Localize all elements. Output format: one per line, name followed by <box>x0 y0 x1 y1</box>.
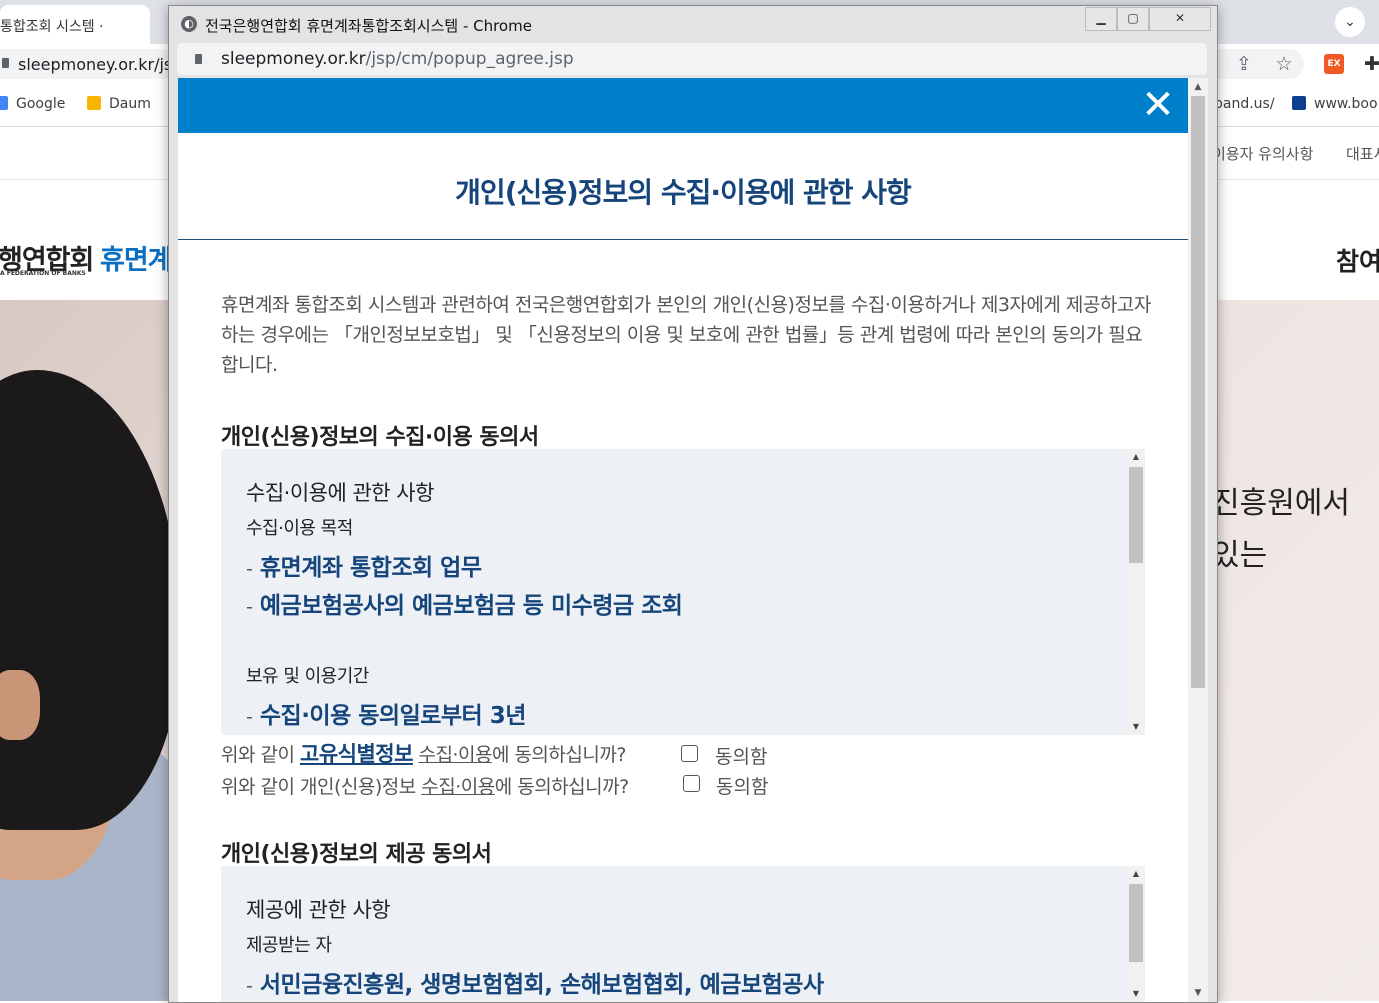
scrollbar-thumb[interactable] <box>1191 96 1205 688</box>
hero-text-line-2: 있는 <box>1212 538 1268 573</box>
background-url-text: sleepmoney.or.kr/js <box>18 55 173 74</box>
site-logo-service[interactable]: 휴면계 <box>100 238 173 277</box>
scroll-up-icon[interactable]: ▲ <box>1127 449 1145 465</box>
b-site-icon <box>1292 96 1306 110</box>
window-close-icon[interactable]: ✕ <box>1149 7 1211 31</box>
provision-box-heading: 제공에 관한 사항 <box>246 898 391 922</box>
google-icon <box>0 96 8 110</box>
popup-address-bar[interactable]: sleepmoney.or.kr/jsp/cm/popup_agree.jsp <box>177 43 1207 75</box>
lock-icon <box>2 58 9 68</box>
scroll-down-icon[interactable]: ▼ <box>1127 719 1145 735</box>
close-icon[interactable]: ✕ <box>1138 83 1178 127</box>
bookmark-boo[interactable]: www.boo <box>1292 96 1378 112</box>
popup-header-bar: ✕ <box>178 78 1188 133</box>
page-title: 개인(신용)정보의 수집·이용에 관한 사항 <box>455 176 912 209</box>
hero-text-line-1: 진흥원에서 <box>1212 486 1350 521</box>
site-logo-subtitle: A FEDERATION OF BANKS <box>0 270 86 277</box>
personal-info-agree-checkbox[interactable] <box>683 775 700 792</box>
scrollbar-thumb[interactable] <box>1129 467 1143 563</box>
hero-person-hand <box>0 670 40 740</box>
collection-box-heading: 수집·이용에 관한 사항 <box>246 481 434 505</box>
nav-user-notice[interactable]: 이용자 유의사항 <box>1212 143 1313 164</box>
scrollbar-thumb[interactable] <box>1129 884 1143 962</box>
bookmark-star-icon[interactable]: ☆ <box>1272 52 1296 76</box>
lock-icon <box>195 54 202 64</box>
nav-representative[interactable]: 대표사 <box>1346 143 1379 164</box>
title-divider <box>178 239 1188 240</box>
bookmark-google[interactable]: Google <box>0 96 65 112</box>
unique-id-info-link[interactable]: 고유식별정보 <box>300 742 413 766</box>
share-icon[interactable]: ⇪ <box>1232 52 1256 76</box>
consent-popup-window: ◐ 전국은행연합회 휴면계좌통합조회시스템 - Chrome ▁ ▢ ✕ sle… <box>168 5 1218 1003</box>
unique-id-agree-checkbox[interactable] <box>681 745 698 762</box>
recipient-item: - 서민금융진흥원, 생명보험협회, 손해보험협회, 예금보험공사 <box>246 972 824 998</box>
daum-icon <box>87 96 101 110</box>
unique-id-agree-label[interactable]: 동의함 <box>715 742 767 769</box>
maximize-icon[interactable]: ▢ <box>1117 7 1149 31</box>
unique-id-consent-question: 위와 같이 고유식별정보 수집·이용에 동의하십니까? <box>221 742 626 766</box>
provision-consent-title: 개인(신용)정보의 제공 동의서 <box>221 842 492 867</box>
collection-consent-title: 개인(신용)정보의 수집·이용 동의서 <box>221 425 539 450</box>
background-tab-title: 통합조회 시스템 · <box>0 19 104 35</box>
retention-item: - 수집·이용 동의일로부터 3년 <box>246 703 526 729</box>
background-address-bar[interactable]: sleepmoney.or.kr/js <box>0 49 175 79</box>
scroll-up-icon[interactable]: ▲ <box>1188 78 1208 96</box>
globe-icon: ◐ <box>181 16 197 32</box>
tab-search-chevron-icon[interactable]: ⌄ <box>1335 7 1365 37</box>
scroll-up-icon[interactable]: ▲ <box>1127 866 1145 882</box>
provision-box-scrollbar[interactable]: ▲ ▼ <box>1127 866 1145 1002</box>
extensions-puzzle-icon[interactable]: ✚ <box>1360 52 1379 76</box>
purpose-label: 수집·이용 목적 <box>246 518 353 539</box>
collection-terms-box[interactable]: 수집·이용에 관한 사항 수집·이용 목적 - 휴면계좌 통합조회 업무 - 예… <box>221 449 1145 735</box>
scroll-down-icon[interactable]: ▼ <box>1188 984 1208 1002</box>
bookmark-band[interactable]: band.us/ <box>1214 96 1275 112</box>
provision-terms-box[interactable]: 제공에 관한 사항 제공받는 자 - 서민금융진흥원, 생명보험협회, 손해보험… <box>221 866 1145 1002</box>
extension-ex-icon[interactable]: EX <box>1324 54 1344 74</box>
purpose-item: - 휴면계좌 통합조회 업무 <box>246 555 482 581</box>
popup-content: ✕ 개인(신용)정보의 수집·이용에 관한 사항 휴면계좌 통합조회 시스템과 … <box>178 78 1208 1002</box>
popup-scrollbar[interactable]: ▲ ▼ <box>1188 78 1208 1002</box>
purpose-item: - 예금보험공사의 예금보험금 등 미수령금 조회 <box>246 593 683 619</box>
hero-person-hair <box>0 370 180 830</box>
popup-title-bar[interactable]: ◐ 전국은행연합회 휴면계좌통합조회시스템 - Chrome ▁ ▢ ✕ <box>169 6 1217 40</box>
retention-label: 보유 및 이용기간 <box>246 666 369 687</box>
intro-paragraph: 휴면계좌 통합조회 시스템과 관련하여 전국은행연합회가 본인의 개인(신용)정… <box>221 294 1151 376</box>
background-tab[interactable]: 통합조회 시스템 · <box>0 5 150 44</box>
scroll-down-icon[interactable]: ▼ <box>1127 986 1145 1002</box>
popup-url: sleepmoney.or.kr/jsp/cm/popup_agree.jsp <box>221 49 574 69</box>
popup-window-title: 전국은행연합회 휴면계좌통합조회시스템 - Chrome <box>205 17 532 35</box>
minimize-icon[interactable]: ▁ <box>1085 7 1117 31</box>
bookmark-daum[interactable]: Daum <box>87 96 151 112</box>
collection-box-scrollbar[interactable]: ▲ ▼ <box>1127 449 1145 735</box>
nav-participate[interactable]: 참여 <box>1336 242 1379 278</box>
personal-info-agree-label[interactable]: 동의함 <box>716 772 768 799</box>
personal-info-consent-question: 위와 같이 개인(신용)정보 수집·이용에 동의하십니까? <box>221 776 629 798</box>
recipient-label: 제공받는 자 <box>246 935 332 956</box>
